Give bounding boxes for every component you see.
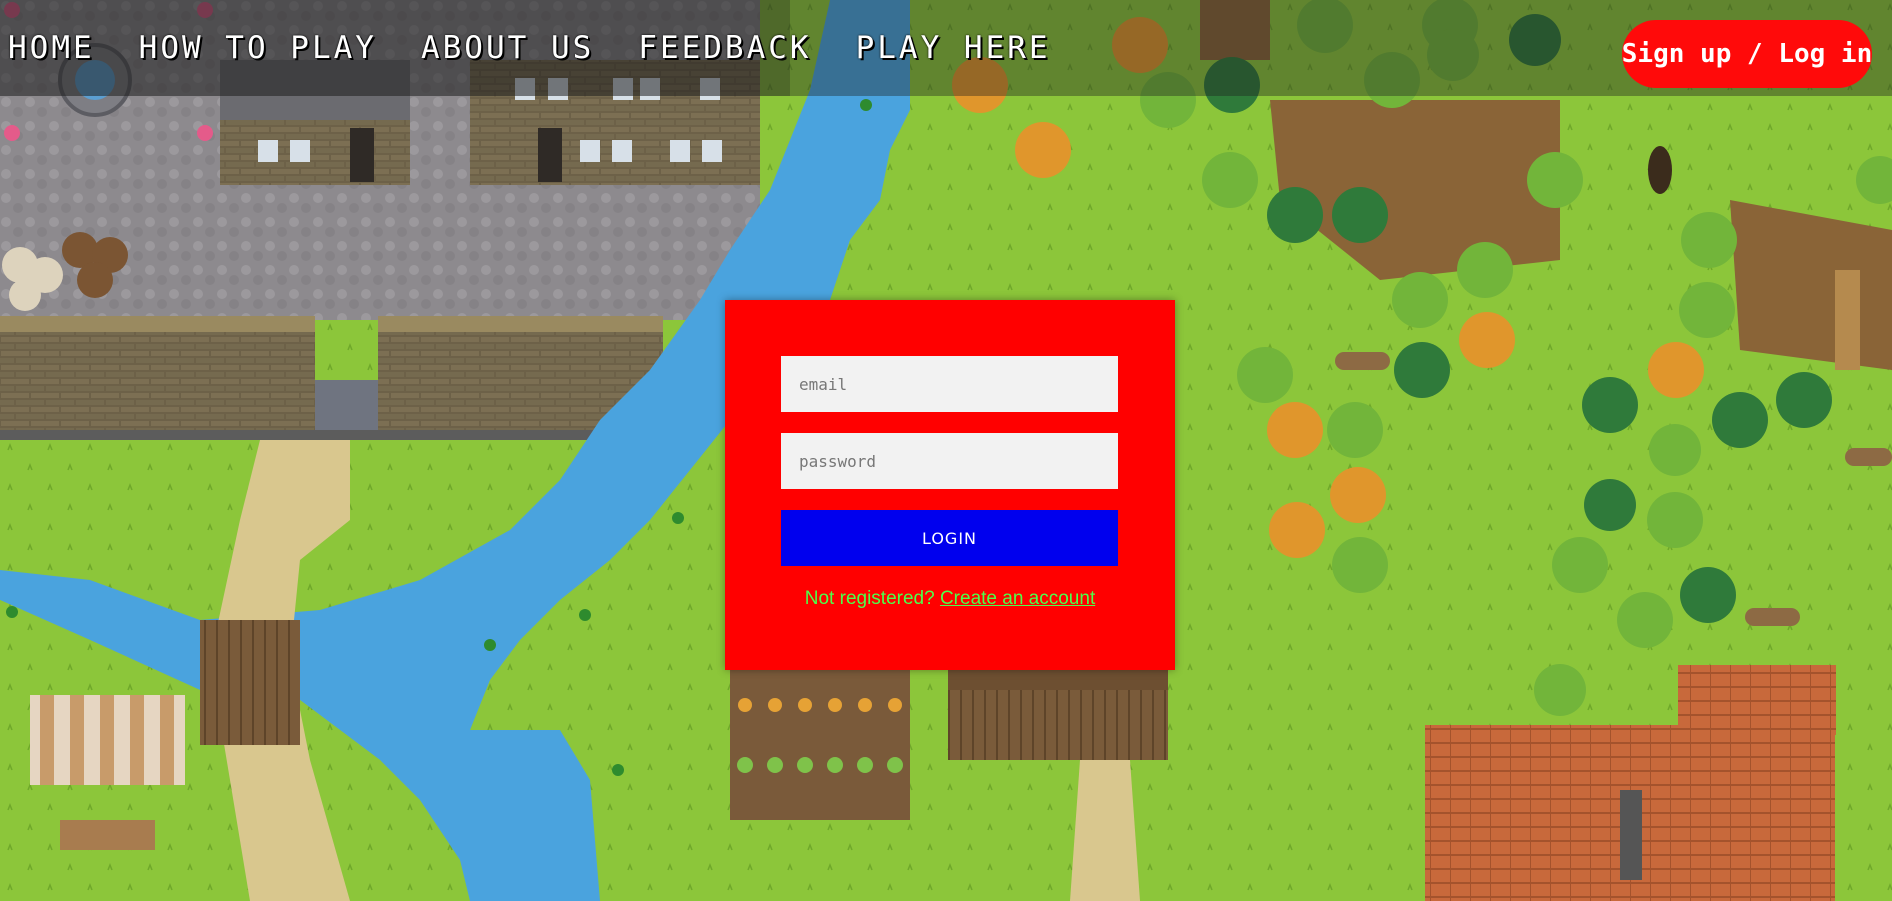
login-form: LOGIN Not registered? Create an account <box>725 300 1175 670</box>
create-account-link[interactable]: Create an account <box>940 588 1095 609</box>
email-field[interactable] <box>781 356 1118 412</box>
not-registered-text: Not registered? <box>804 588 935 609</box>
nav-feedback-link[interactable]: FEEDBACK <box>638 30 811 66</box>
nav-play-here-link[interactable]: PLAY HERE <box>856 30 1051 66</box>
nav-about-us-link[interactable]: ABOUT US <box>421 30 594 66</box>
main-nav: HOME HOW TO PLAY ABOUT US FEEDBACK PLAY … <box>0 0 1048 96</box>
nav-how-to-play-link[interactable]: HOW TO PLAY <box>139 30 377 66</box>
password-field[interactable] <box>781 433 1118 489</box>
registration-prompt: Not registered? Create an account <box>725 588 1175 610</box>
nav-home-link[interactable]: HOME <box>8 30 95 66</box>
login-button[interactable]: LOGIN <box>781 510 1118 566</box>
signup-login-button[interactable]: Sign up / Log in <box>1622 20 1872 88</box>
